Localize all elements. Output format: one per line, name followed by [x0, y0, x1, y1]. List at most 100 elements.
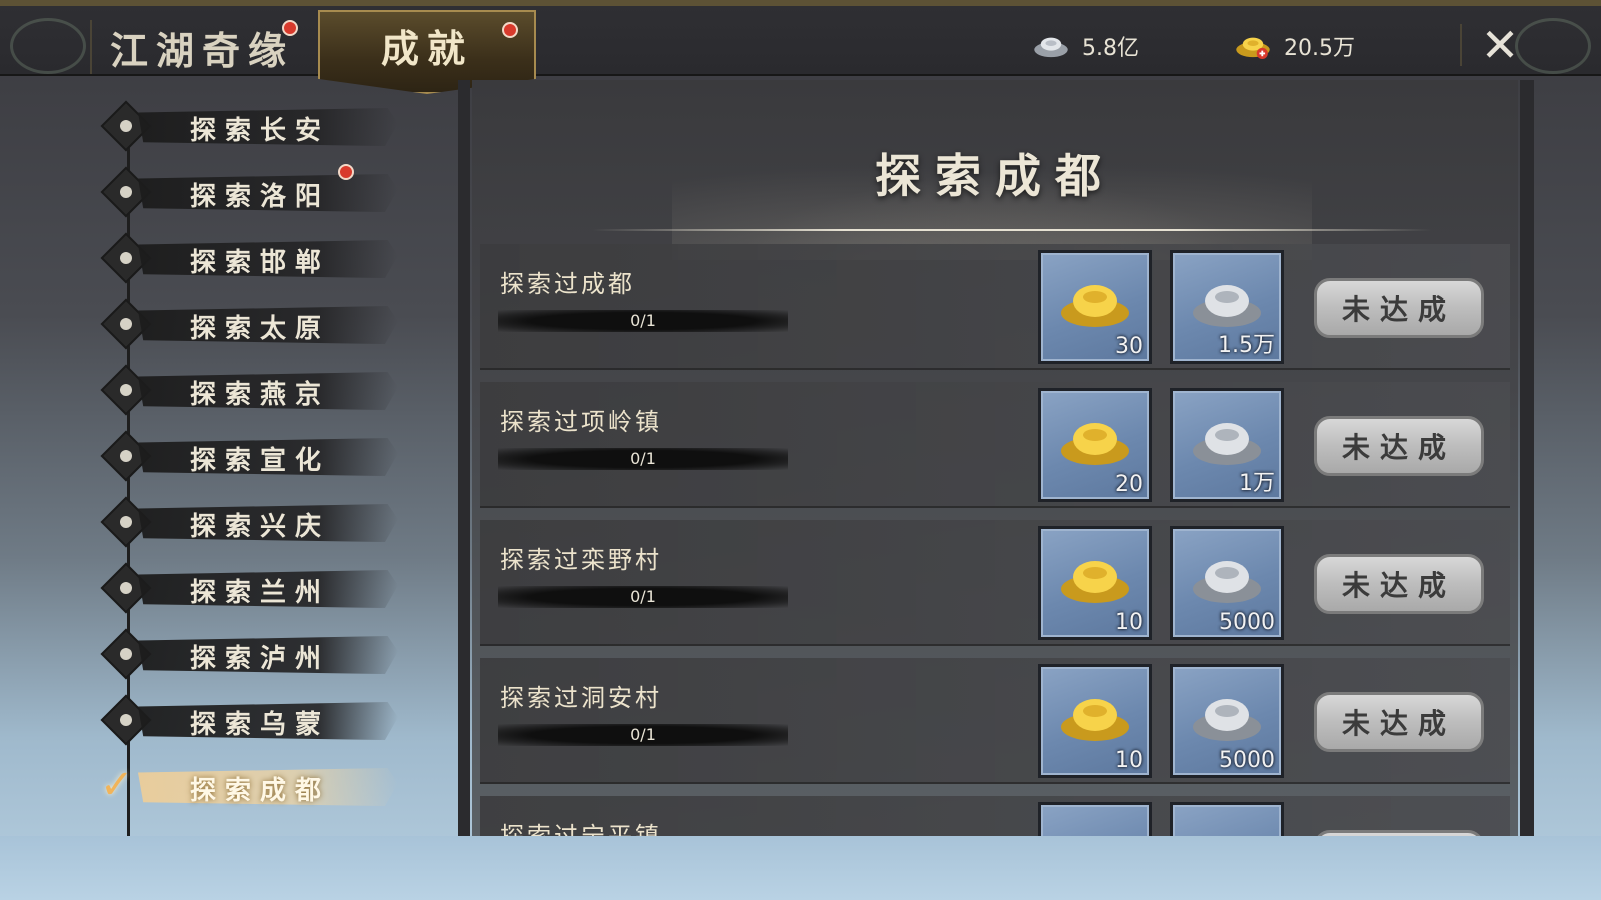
reward-quantity: 5000 — [1219, 748, 1275, 773]
fog-background — [0, 836, 1601, 900]
reward-quantity: 20 — [1115, 472, 1143, 497]
dot-icon — [120, 648, 132, 660]
reward-quantity: 10 — [1115, 748, 1143, 773]
sidebar-item-label: 探索泸州 — [190, 644, 331, 674]
achievement-name: 探索过成都 — [500, 270, 635, 298]
sidebar-item-xingqing[interactable]: 探索兴庆 — [100, 496, 430, 548]
sidebar-item-xuanhua[interactable]: 探索宣化 — [100, 430, 430, 482]
reward-slot-gold[interactable]: 10 — [1038, 664, 1152, 778]
gold-ingot-icon — [1061, 561, 1129, 603]
achievement-name: 探索过项岭镇 — [500, 408, 662, 436]
gold-amount: 20.5万 — [1284, 36, 1355, 61]
gold-ingot-icon — [1236, 37, 1270, 59]
sidebar-item-label: 探索宣化 — [190, 446, 331, 476]
reward-quantity: 1万 — [1239, 471, 1275, 496]
sidebar-item-taiyuan[interactable]: 探索太原 — [100, 298, 430, 350]
progress-text: 0/1 — [630, 725, 656, 744]
sidebar-item-label: 探索太原 — [190, 314, 331, 344]
cloud-ornament-icon — [10, 18, 86, 74]
title-divider — [592, 229, 1432, 231]
reward-slot-silver[interactable] — [1170, 802, 1284, 840]
reward-slot-gold[interactable] — [1038, 802, 1152, 840]
reward-slot-silver[interactable]: 5000 — [1170, 664, 1284, 778]
sidebar-item-chengdu[interactable]: ✓ 探索成都 — [100, 762, 430, 808]
achievement-row: 探索过成都 0/1 30 1.5万 未达成 — [480, 244, 1510, 370]
sidebar-item-label: 探索洛阳 — [190, 182, 331, 212]
reward-slot-silver[interactable]: 1.5万 — [1170, 250, 1284, 364]
gold-ingot-icon — [1061, 423, 1129, 465]
reward-quantity: 10 — [1115, 610, 1143, 635]
tab-label: 成就 — [380, 25, 473, 71]
sidebar-item-handan[interactable]: 探索邯郸 — [100, 232, 430, 284]
panel-frame — [1520, 80, 1534, 840]
sidebar-item-lanzhou[interactable]: 探索兰州 — [100, 562, 430, 614]
sidebar-item-label: 探索乌蒙 — [190, 710, 331, 740]
gold-ingot-icon — [1061, 699, 1129, 741]
status-button[interactable]: 未达成 — [1314, 554, 1484, 614]
reward-quantity: 30 — [1115, 334, 1143, 359]
achievement-panel: 探索成都 探索过成都 0/1 30 1.5万 未达成 探索过项岭镇 0/1 20… — [472, 80, 1518, 840]
status-label: 未达成 — [1341, 293, 1456, 326]
silver-currency: 5.8亿 — [1032, 28, 1139, 64]
panel-title: 探索成都 — [875, 149, 1115, 203]
panel-frame — [458, 80, 470, 840]
close-icon: ✕ — [1480, 18, 1520, 72]
sidebar-item-wumeng[interactable]: 探索乌蒙 — [100, 694, 430, 746]
status-label: 未达成 — [1341, 569, 1456, 602]
dot-icon — [120, 384, 132, 396]
dot-icon — [120, 582, 132, 594]
silver-ingot-icon — [1034, 37, 1068, 58]
achievement-row: 探索过栾野村 0/1 10 5000 未达成 — [480, 520, 1510, 646]
achievement-name: 探索过洞安村 — [500, 684, 662, 712]
status-button[interactable]: 未达成 — [1314, 278, 1484, 338]
dot-icon — [120, 516, 132, 528]
sidebar-item-luzhou[interactable]: 探索泸州 — [100, 628, 430, 680]
tab-jianghu-qiyuan[interactable]: 江湖奇缘 — [90, 20, 312, 74]
sidebar-item-changan[interactable]: 探索长安 — [100, 100, 430, 152]
region-list: 探索长安 探索洛阳 探索邯郸 探索太原 探索燕京 探索宣化 探索兴庆 探索兰州 … — [100, 100, 430, 840]
dot-icon — [120, 714, 132, 726]
dot-icon — [120, 318, 132, 330]
sidebar-item-label: 探索燕京 — [190, 380, 331, 410]
gold-currency[interactable]: 20.5万 — [1234, 28, 1355, 64]
silver-ingot-icon — [1193, 285, 1261, 327]
silver-ingot-icon — [1193, 699, 1261, 741]
sidebar-item-label: 探索兰州 — [190, 578, 331, 608]
sidebar-item-label: 探索成都 — [190, 776, 331, 806]
sidebar-item-label: 探索长安 — [190, 116, 331, 146]
dot-icon — [120, 252, 132, 264]
progress-text: 0/1 — [630, 587, 656, 606]
tab-label: 江湖奇缘 — [109, 27, 294, 73]
top-bar: 江湖奇缘 5.8亿 20.5万 ✕ — [0, 0, 1601, 76]
achievement-name: 探索过栾野村 — [500, 546, 662, 574]
status-label: 未达成 — [1341, 431, 1456, 464]
achievement-row: 探索过宁平镇 — [480, 796, 1510, 840]
achievement-row: 探索过洞安村 0/1 10 5000 未达成 — [480, 658, 1510, 784]
notice-dot — [338, 164, 354, 180]
achievement-row: 探索过项岭镇 0/1 20 1万 未达成 — [480, 382, 1510, 508]
status-button[interactable]: 未达成 — [1314, 692, 1484, 752]
sidebar-item-label: 探索兴庆 — [190, 512, 331, 542]
silver-ingot-icon — [1193, 423, 1261, 465]
cloud-ornament-icon — [1515, 18, 1591, 74]
divider — [1460, 24, 1462, 66]
sidebar-item-yanjing[interactable]: 探索燕京 — [100, 364, 430, 416]
sidebar-item-luoyang[interactable]: 探索洛阳 — [100, 164, 430, 218]
status-label: 未达成 — [1341, 707, 1456, 740]
progress-text: 0/1 — [630, 449, 656, 468]
reward-slot-silver[interactable]: 5000 — [1170, 526, 1284, 640]
reward-slot-gold[interactable]: 10 — [1038, 526, 1152, 640]
dot-icon — [120, 450, 132, 462]
reward-quantity: 1.5万 — [1218, 333, 1275, 358]
silver-ingot-icon — [1193, 561, 1261, 603]
dot-icon — [120, 120, 132, 132]
gold-ingot-icon — [1061, 285, 1129, 327]
reward-slot-gold[interactable]: 20 — [1038, 388, 1152, 502]
progress-text: 0/1 — [630, 311, 656, 330]
reward-slot-gold[interactable]: 30 — [1038, 250, 1152, 364]
check-icon: ✓ — [100, 762, 134, 808]
reward-slot-silver[interactable]: 1万 — [1170, 388, 1284, 502]
notice-dot — [282, 20, 298, 36]
status-button[interactable]: 未达成 — [1314, 416, 1484, 476]
dot-icon — [120, 186, 132, 198]
